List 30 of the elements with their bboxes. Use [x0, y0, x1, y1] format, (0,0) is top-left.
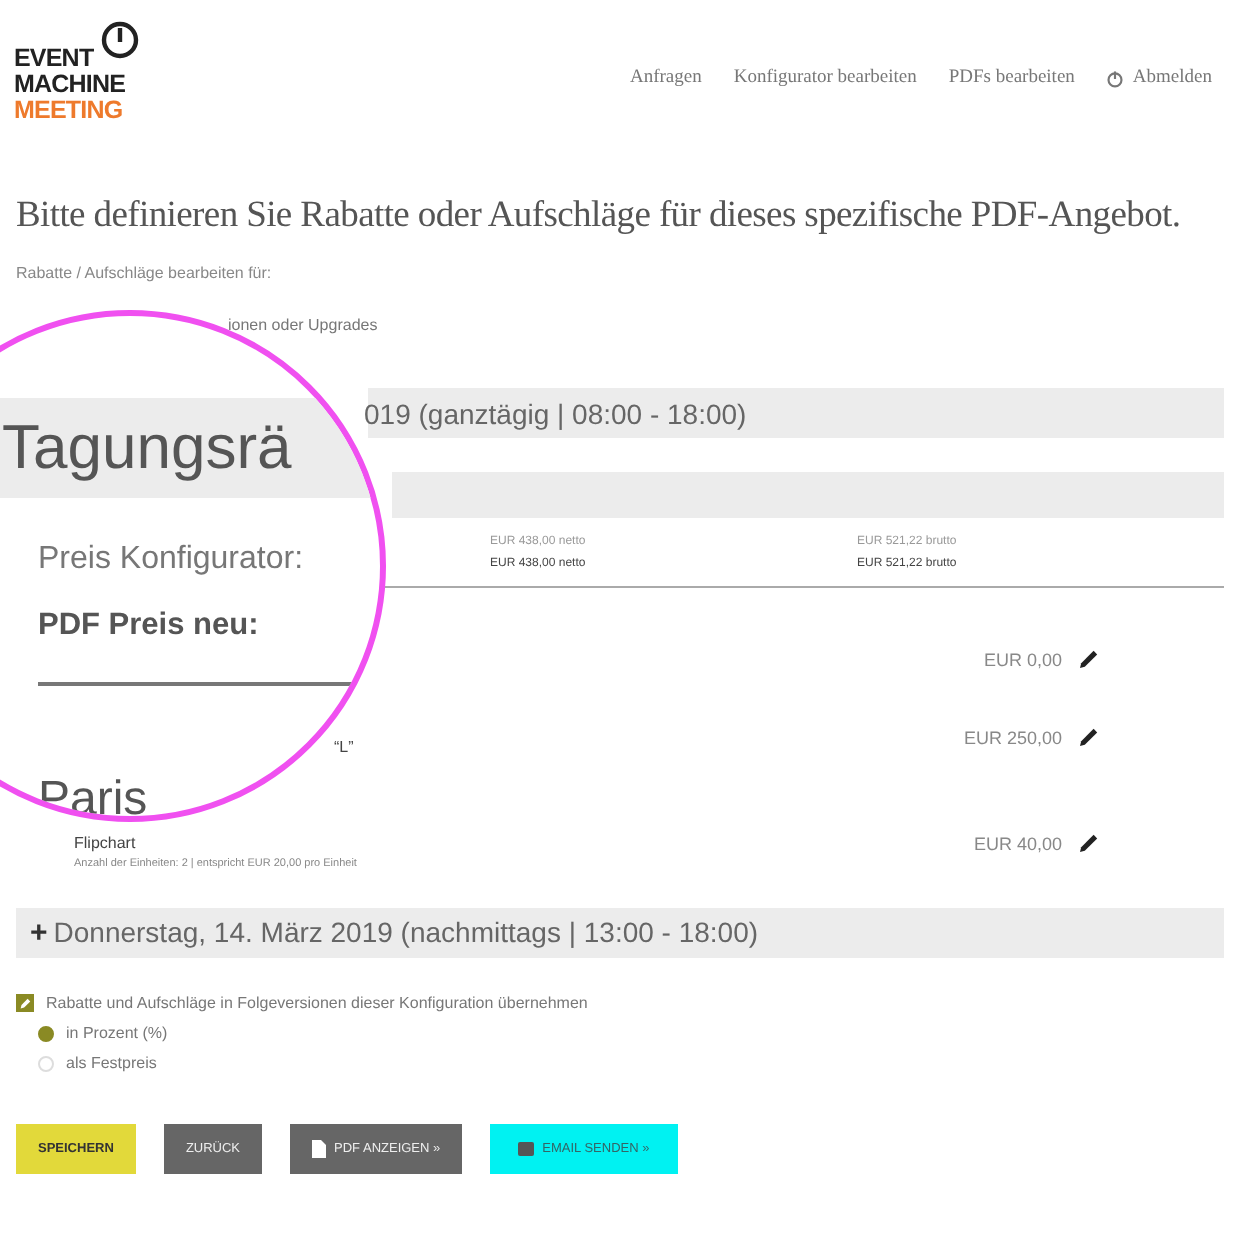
price-label: Preis Konfigurator: [38, 542, 304, 578]
document-icon [312, 1140, 327, 1158]
item-name: Flipchart [74, 834, 138, 852]
item-name: “L” [334, 738, 356, 756]
nav-link[interactable]: Abmelden [1106, 68, 1212, 88]
day-header[interactable]: 019 (ganztägig | 08:00 - 18:00) [368, 388, 1224, 438]
logo-text: MACHINE [14, 72, 128, 98]
pencil-icon[interactable] [1078, 648, 1100, 670]
nav-link[interactable]: PDFs bearbeiten [948, 68, 1075, 88]
intro-text: Rabatte / Aufschläge bearbeiten für: [16, 264, 274, 282]
nav-link[interactable]: Konfigurator bearbeiten [733, 68, 917, 88]
pencil-icon[interactable] [1078, 726, 1100, 748]
radio-button[interactable] [38, 1025, 54, 1041]
power-icon [1106, 69, 1125, 87]
radio-label: als Festpreis [66, 1054, 157, 1072]
subtitle-text: ionen oder Upgrades [228, 316, 378, 334]
logo-text: EVENT [14, 46, 94, 72]
nav-link[interactable]: Anfragen [629, 68, 702, 88]
item-price: EUR 250,00 [963, 728, 1062, 748]
pencil-icon[interactable] [1078, 832, 1100, 854]
power-icon [99, 20, 140, 60]
page-heading: Bitte definieren Sie Rabatte oder Aufschläge für dieses spezifische PDF-Angebot. [16, 196, 1183, 238]
checkbox[interactable] [16, 994, 34, 1012]
day-header[interactable]: + Donnerstag, 14. März 2019 (nachmittags | 13:00 - 18:00) [16, 908, 1224, 958]
item-price: EUR 0,00 [983, 650, 1062, 670]
price-label: PDF Preis neu: [38, 608, 259, 644]
item-price: EUR 40,00 [973, 834, 1062, 854]
logo-text: MEETING [14, 98, 125, 124]
radio-label: in Prozent (%) [66, 1024, 168, 1042]
checkbox-label: Rabatte und Aufschläge in Folgeversionen dieser Konfiguration übernehmen [46, 994, 588, 1012]
